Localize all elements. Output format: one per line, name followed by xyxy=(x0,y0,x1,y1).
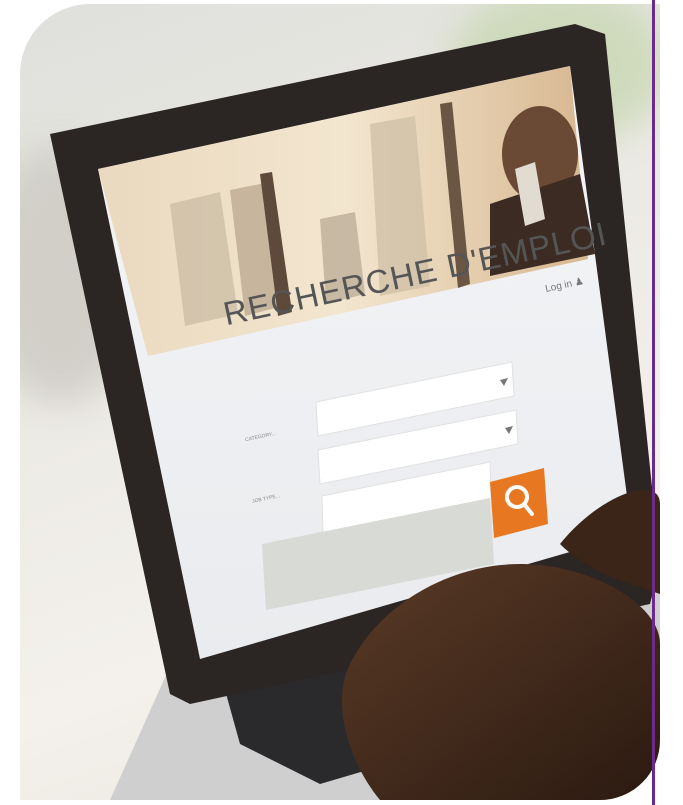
laptop-photo: RECHERCHE D'EMPLOI Log in ♟ CATEGORY... … xyxy=(0,0,683,805)
accent-line xyxy=(652,0,655,805)
laptop-illustration xyxy=(50,24,660,800)
photo-frame: RECHERCHE D'EMPLOI Log in ♟ CATEGORY... … xyxy=(20,4,660,800)
